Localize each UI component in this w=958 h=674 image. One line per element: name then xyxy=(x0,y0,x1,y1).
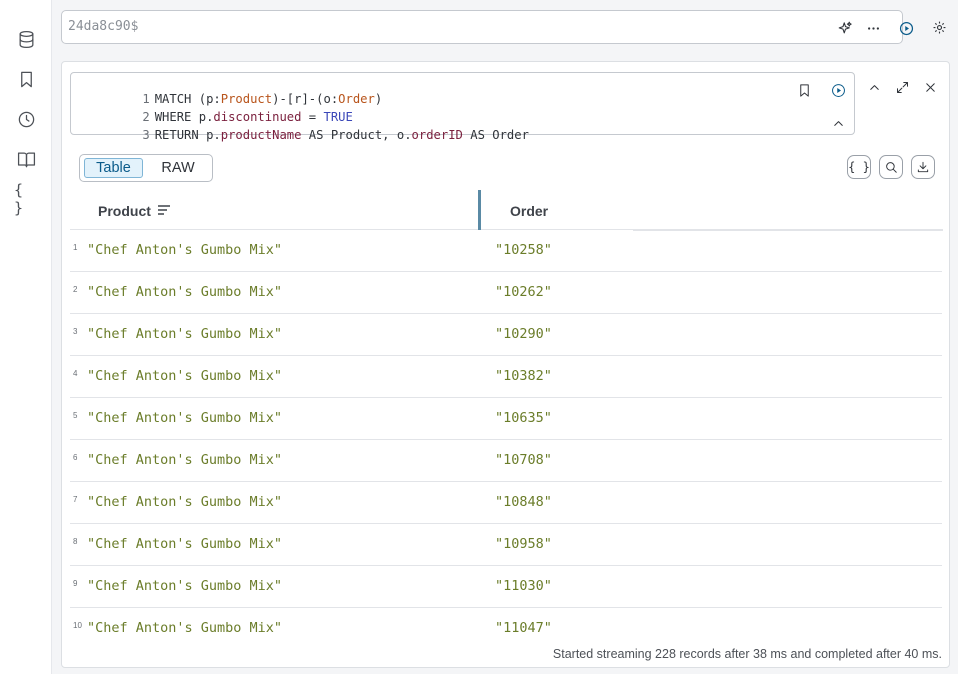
table-row[interactable]: 2 "Chef Anton's Gumbo Mix" "10262" xyxy=(70,272,942,314)
cell-order[interactable]: "10258" xyxy=(495,242,552,258)
query-line-2: 2 WHERE p.discontinued = TRUE xyxy=(71,96,352,124)
column-resize-handle[interactable] xyxy=(478,190,481,230)
row-number: 6 xyxy=(73,453,78,462)
cell-order[interactable]: "10382" xyxy=(495,368,552,384)
view-toggle: Table RAW xyxy=(79,154,213,182)
query-line-3: 3 RETURN p.productName AS Product, o.orde… xyxy=(71,114,529,142)
sparkle-icon[interactable] xyxy=(835,18,855,38)
tab-raw[interactable]: RAW xyxy=(147,158,209,178)
code-token: productName xyxy=(220,128,302,142)
row-number: 4 xyxy=(73,369,78,378)
cell-order[interactable]: "11047" xyxy=(495,620,552,636)
query-line-1: 1 MATCH (p:Product)-[r]-(o:Order) xyxy=(71,78,382,106)
cell-order[interactable]: "11030" xyxy=(495,578,552,594)
row-number: 3 xyxy=(73,327,78,336)
row-number: 10 xyxy=(73,621,82,630)
table-row[interactable]: 1 "Chef Anton's Gumbo Mix" "10258" xyxy=(70,230,942,272)
json-view-button[interactable]: { } xyxy=(847,155,871,179)
cell-order[interactable]: "10958" xyxy=(495,536,552,552)
cell-product[interactable]: "Chef Anton's Gumbo Mix" xyxy=(87,494,282,510)
chevron-up-icon[interactable] xyxy=(827,112,849,134)
history-icon[interactable] xyxy=(14,107,38,131)
table-row[interactable]: 9 "Chef Anton's Gumbo Mix" "11030" xyxy=(70,566,942,608)
table-row[interactable]: 4 "Chef Anton's Gumbo Mix" "10382" xyxy=(70,356,942,398)
row-number: 1 xyxy=(73,243,78,252)
cell-order[interactable]: "10848" xyxy=(495,494,552,510)
query-editor-input[interactable]: 24da8c90$ xyxy=(68,19,138,34)
left-sidebar: { } xyxy=(0,0,52,674)
download-icon xyxy=(917,161,929,173)
column-header-order[interactable]: Order xyxy=(510,203,548,219)
code-token: AS Order xyxy=(462,128,529,142)
cell-order[interactable]: "10635" xyxy=(495,410,552,426)
table-row[interactable]: 7 "Chef Anton's Gumbo Mix" "10848" xyxy=(70,482,942,524)
cell-product[interactable]: "Chef Anton's Gumbo Mix" xyxy=(87,410,282,426)
database-icon[interactable] xyxy=(14,27,38,51)
status-message: Started streaming 228 records after 38 m… xyxy=(552,647,942,661)
tab-table[interactable]: Table xyxy=(84,158,143,178)
table-header: Product Order xyxy=(70,190,943,231)
row-number: 7 xyxy=(73,495,78,504)
cell-product[interactable]: "Chef Anton's Gumbo Mix" xyxy=(87,536,282,552)
expand-icon[interactable] xyxy=(891,76,913,98)
main-area: 24da8c90$ 1 MATCH (p:Product)-[r]-(o:Orde… xyxy=(52,0,958,674)
query-code-box[interactable]: 1 MATCH (p:Product)-[r]-(o:Order) 2 WHERE … xyxy=(70,72,855,142)
cell-product[interactable]: "Chef Anton's Gumbo Mix" xyxy=(87,620,282,636)
bookmark-icon[interactable] xyxy=(14,67,38,91)
line-number: 3 xyxy=(142,128,150,142)
search-icon xyxy=(886,162,897,173)
braces-icon: { } xyxy=(848,160,870,174)
run-icon[interactable] xyxy=(896,18,916,38)
cell-product[interactable]: "Chef Anton's Gumbo Mix" xyxy=(87,578,282,594)
cell-order[interactable]: "10708" xyxy=(495,452,552,468)
cell-order[interactable]: "10262" xyxy=(495,284,552,300)
more-icon[interactable] xyxy=(863,18,883,38)
query-editor[interactable]: 24da8c90$ xyxy=(61,10,913,44)
column-header-product[interactable]: Product xyxy=(98,203,151,219)
cell-order[interactable]: "10290" xyxy=(495,326,552,342)
close-icon[interactable] xyxy=(919,76,941,98)
result-frame: 1 MATCH (p:Product)-[r]-(o:Order) 2 WHERE … xyxy=(61,61,950,668)
settings-icon[interactable] xyxy=(929,17,949,37)
bookmark-icon[interactable] xyxy=(793,79,815,101)
table-row[interactable]: 6 "Chef Anton's Gumbo Mix" "10708" xyxy=(70,440,942,482)
table-row[interactable]: 5 "Chef Anton's Gumbo Mix" "10635" xyxy=(70,398,942,440)
cell-product[interactable]: "Chef Anton's Gumbo Mix" xyxy=(87,452,282,468)
braces-icon[interactable]: { } xyxy=(14,181,38,217)
book-icon[interactable] xyxy=(14,147,38,171)
code-token: RETURN p. xyxy=(154,128,221,142)
row-number: 8 xyxy=(73,537,78,546)
search-button[interactable] xyxy=(879,155,903,179)
row-number: 5 xyxy=(73,411,78,420)
row-number: 2 xyxy=(73,285,78,294)
cell-product[interactable]: "Chef Anton's Gumbo Mix" xyxy=(87,242,282,258)
cell-product[interactable]: "Chef Anton's Gumbo Mix" xyxy=(87,368,282,384)
sort-icon[interactable] xyxy=(157,204,171,216)
table-row[interactable]: 8 "Chef Anton's Gumbo Mix" "10958" xyxy=(70,524,942,566)
collapse-icon[interactable] xyxy=(863,76,885,98)
cell-product[interactable]: "Chef Anton's Gumbo Mix" xyxy=(87,284,282,300)
cell-product[interactable]: "Chef Anton's Gumbo Mix" xyxy=(87,326,282,342)
download-button[interactable] xyxy=(911,155,935,179)
code-token: AS Product, o. xyxy=(301,128,412,142)
code-token: ) xyxy=(374,92,383,106)
code-token: orderID xyxy=(411,128,463,142)
table-row[interactable]: 10 "Chef Anton's Gumbo Mix" "11047" xyxy=(70,608,942,650)
table-row[interactable]: 3 "Chef Anton's Gumbo Mix" "10290" xyxy=(70,314,942,356)
run-icon[interactable] xyxy=(827,79,849,101)
row-number: 9 xyxy=(73,579,78,588)
